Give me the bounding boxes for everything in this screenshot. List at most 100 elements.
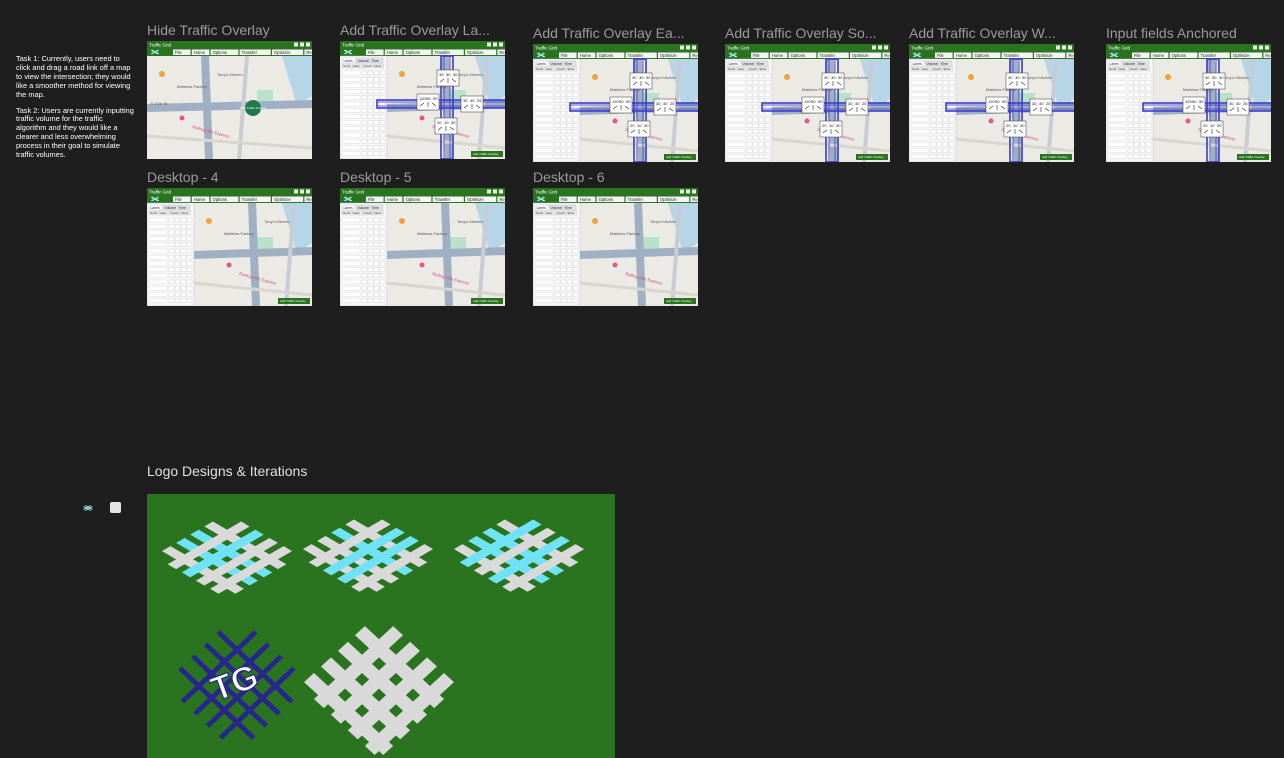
- svg-text:Lanes: Lanes: [1110, 62, 1120, 66]
- svg-text:Traffic Grid: Traffic Grid: [727, 46, 750, 51]
- svg-text:40: 40: [855, 101, 860, 106]
- frame-title[interactable]: Add Traffic Overlay Ea...: [533, 25, 698, 41]
- svg-text:File: File: [368, 197, 375, 202]
- svg-text:West: West: [760, 67, 767, 71]
- svg-text:Tony's Kitchen: Tony's Kitchen: [650, 75, 676, 80]
- svg-text:Add Traffic Overlay: Add Traffic Overlay: [666, 155, 692, 159]
- svg-text:Optimize: Optimize: [660, 197, 677, 202]
- svg-text:25: 25: [1046, 101, 1051, 106]
- logo-iteration-2-icon[interactable]: [294, 511, 441, 596]
- svg-text:90: 90: [1002, 99, 1007, 104]
- frame-add-traffic-overlay-lanes[interactable]: Add Traffic Overlay La... Traffic Grid Fi…: [340, 22, 505, 159]
- logo-iteration-3-icon[interactable]: [445, 511, 592, 596]
- svg-text:East: East: [354, 211, 360, 215]
- logo-iteration-4-icon[interactable]: TG: [163, 614, 310, 754]
- svg-text:Tony's Kitchen: Tony's Kitchen: [650, 219, 676, 224]
- frame-thumbnail[interactable]: Traffic Grid File Home Options Transfer Optim…: [1106, 44, 1271, 162]
- logo-iteration-5-icon[interactable]: [300, 613, 458, 758]
- svg-text:File: File: [753, 53, 760, 58]
- svg-text:30: 30: [1022, 75, 1027, 80]
- frame-title[interactable]: Add Traffic Overlay So...: [725, 25, 890, 41]
- svg-text:10: 10: [829, 123, 834, 128]
- logo-board[interactable]: TG: [147, 494, 615, 758]
- svg-text:Transfer: Transfer: [628, 197, 644, 202]
- svg-text:50: 50: [811, 99, 816, 104]
- frame-title[interactable]: Add Traffic Overlay La...: [340, 22, 505, 38]
- svg-text:Volume: Volume: [551, 206, 562, 210]
- svg-text:25: 25: [1243, 101, 1248, 106]
- svg-text:Traffic Grid: Traffic Grid: [149, 43, 172, 48]
- frame-thumbnail[interactable]: Traffic Grid File Home Options Transfer Optim…: [340, 188, 505, 306]
- frame-title[interactable]: Input fields Anchored: [1106, 25, 1271, 41]
- svg-text:Home: Home: [387, 197, 399, 202]
- frame-thumbnail[interactable]: Traffic Grid File Home Options Transfer Optim…: [725, 44, 890, 162]
- svg-text:90: 90: [626, 99, 631, 104]
- svg-text:Add Traffic Overlay: Add Traffic Overlay: [473, 152, 499, 156]
- svg-text:Volume: Volume: [927, 62, 938, 66]
- svg-text:Reports: Reports: [1265, 53, 1271, 58]
- frame-thumbnail[interactable]: Traffic Grid File Home Options Transfer Optim…: [147, 188, 312, 306]
- svg-text:South: South: [557, 211, 565, 215]
- svg-text:Home: Home: [194, 197, 206, 202]
- svg-text:50: 50: [1192, 99, 1197, 104]
- logo-section-title[interactable]: Logo Designs & Iterations: [147, 463, 307, 479]
- frame-desktop-4[interactable]: Desktop - 4 Traffic Grid File Home Options T…: [147, 169, 312, 306]
- frame-thumbnail[interactable]: Traffic Grid File Home Options Transfer Optim…: [533, 44, 698, 162]
- svg-text:90: 90: [818, 99, 823, 104]
- svg-text:Optimize: Optimize: [1036, 53, 1053, 58]
- svg-text:Traffic Grid: Traffic Grid: [1108, 46, 1131, 51]
- svg-text:20: 20: [1006, 123, 1011, 128]
- svg-text:25: 25: [670, 101, 675, 106]
- logo-iteration-1-icon[interactable]: [153, 513, 300, 598]
- svg-text:20: 20: [822, 123, 827, 128]
- frame-add-traffic-overlay-east[interactable]: Add Traffic Overlay Ea... Traffic Grid Fi…: [533, 25, 698, 162]
- svg-text:East: East: [547, 211, 553, 215]
- svg-text:File: File: [175, 50, 182, 55]
- frame-thumbnail[interactable]: Traffic Grid File Home Options Transfer Optim…: [533, 188, 698, 306]
- frame-thumbnail[interactable]: Traffic Grid File Home Options Transfer Optim…: [340, 41, 505, 159]
- svg-text:Traffic Grid: Traffic Grid: [342, 190, 365, 195]
- svg-text:South: South: [171, 211, 179, 215]
- frame-add-traffic-overlay-south[interactable]: Add Traffic Overlay So... Traffic Grid Fi…: [725, 25, 890, 162]
- svg-text:South: South: [364, 64, 372, 68]
- frame-add-traffic-overlay-west[interactable]: Add Traffic Overlay W... Traffic Grid Fil…: [909, 25, 1074, 162]
- svg-text:North: North: [912, 67, 920, 71]
- svg-text:Lanes: Lanes: [344, 59, 354, 63]
- svg-text:10: 10: [1210, 123, 1215, 128]
- svg-text:90: 90: [1199, 99, 1204, 104]
- svg-text:Home: Home: [580, 197, 592, 202]
- svg-text:30: 30: [1217, 123, 1222, 128]
- svg-text:50: 50: [619, 99, 624, 104]
- frame-desktop-6[interactable]: Desktop - 6 Traffic Grid File Home Options T…: [533, 169, 698, 306]
- svg-text:South: South: [364, 211, 372, 215]
- svg-text:30: 30: [453, 72, 458, 77]
- svg-text:Options: Options: [406, 50, 420, 55]
- svg-text:Reports: Reports: [884, 53, 890, 58]
- frame-title[interactable]: Add Traffic Overlay W...: [909, 25, 1074, 41]
- mini-logo-icon[interactable]: [80, 502, 96, 514]
- frame-title[interactable]: Desktop - 4: [147, 169, 312, 185]
- svg-text:Options: Options: [599, 197, 613, 202]
- frame-title[interactable]: Hide Traffic Overlay: [147, 22, 312, 38]
- svg-text:Add Traffic Overlay: Add Traffic Overlay: [1239, 155, 1265, 159]
- frame-title[interactable]: Desktop - 5: [340, 169, 505, 185]
- svg-text:East: East: [354, 64, 360, 68]
- frame-thumbnail[interactable]: Traffic Grid File Home Options Transfer Optim…: [147, 41, 312, 159]
- svg-text:East: East: [923, 67, 929, 71]
- frame-hide-traffic-overlay[interactable]: Hide Traffic Overlay Traffic Grid File Hom…: [147, 22, 312, 159]
- svg-text:30: 30: [646, 75, 651, 80]
- svg-text:10: 10: [1013, 123, 1018, 128]
- svg-text:Tony's Kitchen: Tony's Kitchen: [842, 75, 868, 80]
- frame-input-fields-anchored[interactable]: Input fields Anchored Traffic Grid File Ho…: [1106, 25, 1271, 162]
- frame-title[interactable]: Desktop - 6: [533, 169, 698, 185]
- svg-text:40: 40: [1039, 101, 1044, 106]
- square-icon[interactable]: [110, 502, 121, 513]
- svg-text:30: 30: [836, 123, 841, 128]
- frame-desktop-5[interactable]: Desktop - 5 Traffic Grid File Home Options T…: [340, 169, 505, 306]
- svg-text:Optimize: Optimize: [1233, 53, 1250, 58]
- svg-text:Options: Options: [1172, 53, 1186, 58]
- svg-text:30: 30: [1032, 101, 1037, 106]
- svg-text:Volume: Volume: [551, 62, 562, 66]
- svg-text:Optimize: Optimize: [274, 197, 291, 202]
- frame-thumbnail[interactable]: Traffic Grid File Home Options Transfer Optim…: [909, 44, 1074, 162]
